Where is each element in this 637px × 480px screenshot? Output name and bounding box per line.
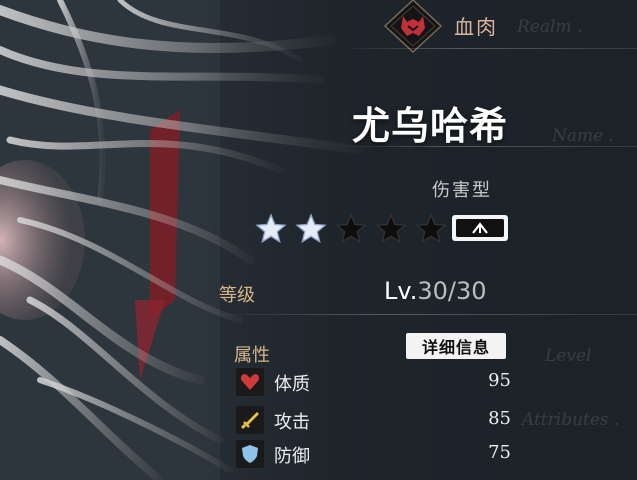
detail-info-button[interactable]: 详细信息	[406, 333, 506, 359]
attributes-label: 属性	[234, 345, 270, 366]
shield-icon	[236, 440, 264, 468]
character-name: 尤乌哈希	[352, 104, 509, 148]
character-screen: 血肉 Realm . 尤乌哈希 Name . 伤害型 等级 Lv.30/30 L…	[0, 0, 637, 480]
level-value: Lv.30/30	[384, 277, 487, 305]
level-label: 等级	[219, 285, 255, 306]
level-prefix: Lv.	[384, 277, 418, 305]
advance-arrow-icon	[456, 219, 504, 237]
star-filled-icon	[293, 211, 329, 247]
header-divider	[340, 48, 637, 49]
star-empty-icon	[373, 211, 409, 247]
advance-button[interactable]	[452, 215, 508, 241]
attribute-label: 防御	[274, 446, 310, 467]
attribute-row-attack: 攻击 85	[236, 406, 511, 434]
name-divider	[330, 146, 637, 147]
attribute-label: 体质	[274, 374, 310, 395]
attribute-row-constitution: 体质 95	[236, 368, 511, 396]
star-filled-icon	[253, 211, 289, 247]
level-number: 30/30	[417, 277, 487, 305]
star-rating	[253, 211, 449, 247]
level-divider	[210, 314, 637, 315]
level-ghost-label: Level	[545, 346, 592, 366]
realm-ghost-label: Realm .	[517, 17, 583, 37]
attribute-row-defense: 防御 75	[236, 440, 511, 468]
attribute-value: 75	[488, 442, 511, 463]
character-type: 伤害型	[432, 180, 492, 201]
star-empty-icon	[413, 211, 449, 247]
attributes-ghost-label: Attributes .	[522, 410, 620, 430]
realm-emblem-icon	[381, 0, 445, 54]
attribute-value: 95	[488, 370, 511, 391]
attribute-label: 攻击	[274, 412, 310, 433]
name-ghost-label: Name .	[552, 126, 614, 146]
sword-icon	[236, 406, 264, 434]
attribute-value: 85	[488, 408, 511, 429]
heart-icon	[236, 368, 264, 396]
realm-name: 血肉	[454, 15, 498, 39]
star-empty-icon	[333, 211, 369, 247]
